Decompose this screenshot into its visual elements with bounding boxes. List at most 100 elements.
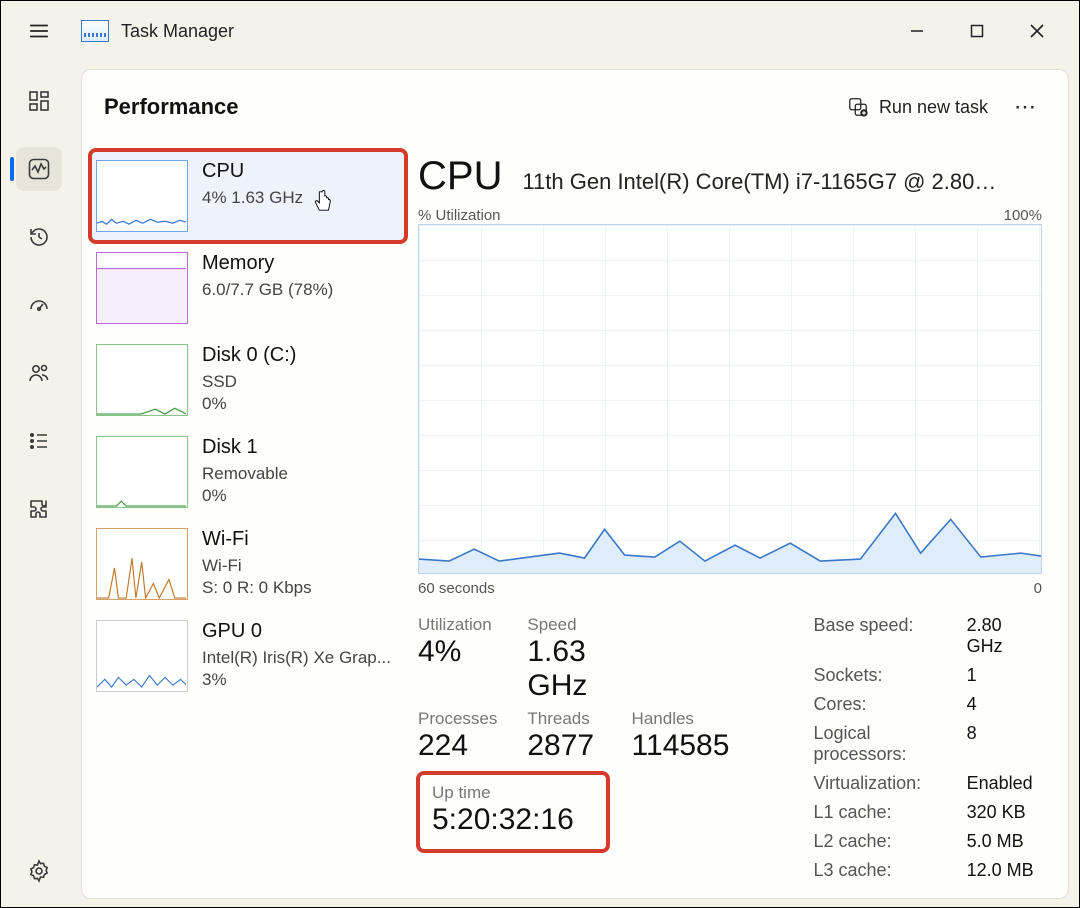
stat-value: 5.0 MB [967,831,1042,852]
stat-value: 224 [418,729,497,763]
run-task-icon [847,96,869,118]
minimize-icon [910,24,924,38]
cat-title: Wi-Fi [202,528,312,551]
stat-value: 4 [967,694,1042,715]
cat-title: Disk 0 (C:) [202,344,296,367]
stat-value: 1 [967,665,1042,686]
maximize-button[interactable] [947,7,1007,55]
nav-settings[interactable] [16,849,62,893]
cursor-pointer-icon [312,188,334,214]
secondary-stats: Base speed: 2.80 GHz Sockets: 1 Cores: 4 Lo… [813,615,1042,881]
app-logo-icon [81,20,109,42]
cpu-utilization-chart [418,224,1042,574]
activity-icon [27,157,51,181]
stat-value: Enabled [967,773,1042,794]
memory-thumb [96,252,188,324]
category-item-disk0[interactable]: Disk 0 (C:) SSD 0% [90,334,406,426]
wifi-thumb [96,528,188,600]
stat-value: 320 KB [967,802,1042,823]
uptime-value: 5:20:32:16 [432,803,574,837]
gpu-thumb [96,620,188,692]
cat-title: CPU [202,160,303,183]
stat-value: 4% [418,635,497,669]
cpu-thumb [96,160,188,232]
stat-label: Utilization [418,615,497,635]
stat-value: 2877 [527,729,601,763]
stat-value: 2.80 GHz [967,615,1042,657]
close-button[interactable] [1007,7,1067,55]
chart-y-max: 100% [1004,207,1042,224]
category-item-disk1[interactable]: Disk 1 Removable 0% [90,426,406,518]
stat-label: Base speed: [813,615,930,657]
nav-app-history[interactable] [16,215,62,259]
disk0-thumb [96,344,188,416]
stat-label: Logical processors: [813,723,930,765]
nav-processes[interactable] [16,79,62,123]
disk1-thumb [96,436,188,508]
users-icon [27,361,51,385]
stat-label: Virtualization: [813,773,930,794]
content-card: Performance Run new task ⋯ CPU 4% 1.63 G… [81,69,1069,899]
run-task-label: Run new task [879,97,988,118]
stat-label: Processes [418,709,497,729]
uptime-label: Up time [432,783,574,803]
primary-stats: Utilization4% Speed1.63 GHz Processes224… [418,615,729,763]
stat-value: 1.63 GHz [527,635,601,703]
minimize-button[interactable] [887,7,947,55]
close-icon [1029,23,1045,39]
more-button[interactable]: ⋯ [1006,94,1046,120]
stat-label: L3 cache: [813,860,930,881]
category-list: CPU 4% 1.63 GHz Memory 6.0/7.7 GB (78%) [82,144,412,898]
history-icon [27,225,51,249]
stat-label: Cores: [813,694,930,715]
stat-label: Handles [632,709,730,729]
cat-sub: Wi-Fi S: 0 R: 0 Kbps [202,555,312,599]
stat-value: 114585 [632,729,730,763]
stat-label: Sockets: [813,665,930,686]
nav-details[interactable] [16,419,62,463]
nav-users[interactable] [16,351,62,395]
nav-services[interactable] [16,487,62,531]
nav-rail [1,61,77,907]
cat-title: GPU 0 [202,620,391,643]
nav-startup-apps[interactable] [16,283,62,327]
stat-label: L1 cache: [813,802,930,823]
category-item-cpu[interactable]: CPU 4% 1.63 GHz [90,150,406,242]
gear-icon [27,859,51,883]
detail-title: CPU [418,154,502,199]
app-title: Task Manager [121,21,234,42]
cat-sub: SSD 0% [202,371,296,415]
cat-sub: Removable 0% [202,463,288,507]
cat-sub: 4% 1.63 GHz [202,187,303,209]
chart-x-right: 0 [1034,580,1042,597]
chart-y-label: % Utilization [418,207,501,224]
card-header: Performance Run new task ⋯ [82,70,1068,144]
hamburger-button[interactable] [19,11,59,51]
page-title: Performance [104,94,239,120]
stat-value: 12.0 MB [967,860,1042,881]
cat-title: Memory [202,252,333,275]
cat-sub: 6.0/7.7 GB (78%) [202,279,333,301]
stat-value: 8 [967,723,1042,765]
grid-icon [27,89,51,113]
cat-sub: Intel(R) Iris(R) Xe Grap... 3% [202,647,391,691]
list-icon [27,429,51,453]
stat-label: Threads [527,709,601,729]
stat-label: L2 cache: [813,831,930,852]
chart-x-left: 60 seconds [418,580,495,597]
run-new-task-button[interactable]: Run new task [843,90,992,124]
puzzle-icon [27,497,51,521]
title-bar: Task Manager [1,1,1079,61]
category-item-wifi[interactable]: Wi-Fi Wi-Fi S: 0 R: 0 Kbps [90,518,406,610]
stat-label: Speed [527,615,601,635]
category-item-memory[interactable]: Memory 6.0/7.7 GB (78%) [90,242,406,334]
cat-title: Disk 1 [202,436,288,459]
gauge-icon [27,293,51,317]
category-item-gpu0[interactable]: GPU 0 Intel(R) Iris(R) Xe Grap... 3% [90,610,406,702]
detail-panel: CPU 11th Gen Intel(R) Core(TM) i7-1165G7… [412,144,1068,898]
maximize-icon [970,24,984,38]
uptime-box: Up time 5:20:32:16 [418,773,608,851]
nav-performance[interactable] [16,147,62,191]
hamburger-icon [28,20,50,42]
cpu-model: 11th Gen Intel(R) Core(TM) i7-1165G7 @ 2… [522,169,1042,195]
